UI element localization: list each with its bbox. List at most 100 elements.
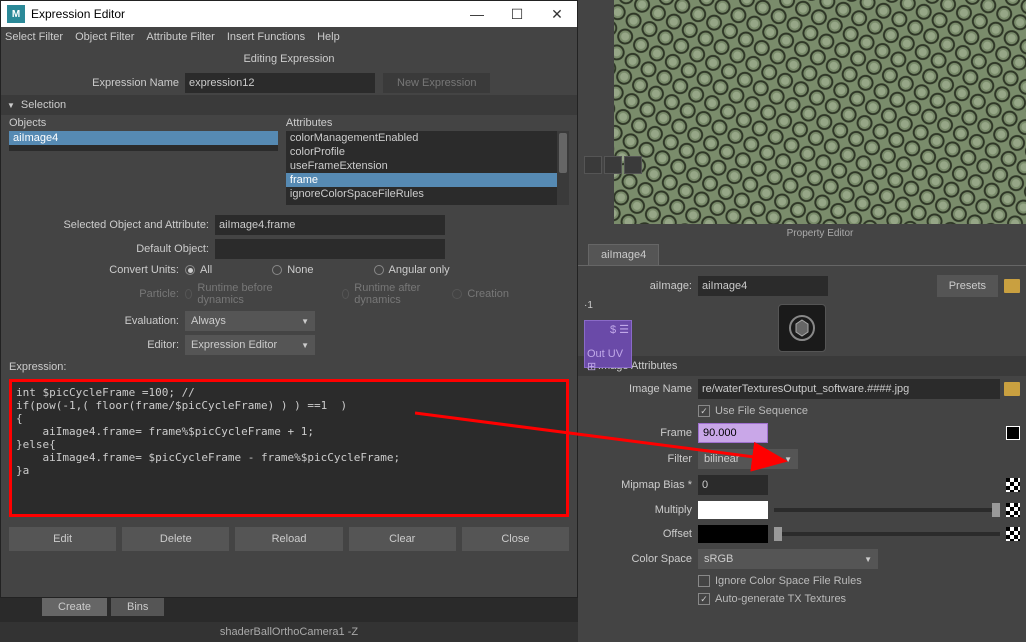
frame-label: Frame: [584, 427, 692, 439]
menu-select-filter[interactable]: Select Filter: [5, 31, 63, 43]
attribute-item[interactable]: frame: [286, 173, 569, 187]
ignore-cs-rules-label: Ignore Color Space File Rules: [715, 575, 862, 587]
tool-icon[interactable]: [624, 156, 642, 174]
new-expression-button[interactable]: New Expression: [383, 73, 490, 93]
tool-icon[interactable]: [604, 156, 622, 174]
window-title: Expression Editor: [31, 7, 457, 21]
editing-heading: Editing Expression: [1, 47, 577, 71]
attribute-item[interactable]: ignoreColorSpaceFileRules: [286, 187, 569, 201]
connect-icon[interactable]: [1006, 426, 1020, 440]
menu-object-filter[interactable]: Object Filter: [75, 31, 134, 43]
selection-section-header[interactable]: ▼ Selection: [1, 95, 577, 115]
expression-textarea[interactable]: int $picCycleFrame =100; // if(pow(-1,( …: [9, 379, 569, 517]
right-panel: Property Editor aiImage4 aiImage: Preset…: [578, 0, 1026, 642]
editor-dropdown[interactable]: Expression Editor▼: [185, 335, 315, 355]
edit-button[interactable]: Edit: [9, 527, 116, 551]
attribute-item[interactable]: colorManagementEnabled: [286, 131, 569, 145]
node-label-partial: ·1: [584, 300, 593, 311]
objects-label: Objects: [9, 117, 278, 129]
clear-button[interactable]: Clear: [349, 527, 456, 551]
default-object-input[interactable]: [215, 239, 445, 259]
multiply-slider[interactable]: [774, 508, 1000, 512]
presets-button[interactable]: Presets: [937, 275, 998, 297]
close-action-button[interactable]: Close: [462, 527, 569, 551]
expression-name-input[interactable]: [185, 73, 375, 93]
evaluation-dropdown[interactable]: Always▼: [185, 311, 315, 331]
convert-none-radio[interactable]: None: [272, 264, 313, 276]
sel-attr-label: Selected Object and Attribute:: [9, 219, 209, 231]
property-tab[interactable]: aiImage4: [588, 244, 659, 265]
aiimage-label: aiImage:: [584, 280, 692, 292]
shader-thumbnail[interactable]: [778, 304, 826, 352]
connect-checker-icon[interactable]: [1006, 503, 1020, 517]
sel-attr-input[interactable]: [215, 215, 445, 235]
attributes-listbox[interactable]: colorManagementEnabledcolorProfileuseFra…: [286, 131, 569, 205]
mipmap-bias-label: Mipmap Bias *: [584, 479, 692, 491]
attribute-item[interactable]: colorProfile: [286, 145, 569, 159]
chevron-down-icon: ▼: [301, 341, 309, 350]
minimize-button[interactable]: —: [457, 1, 497, 27]
expression-label: Expression:: [1, 357, 577, 377]
chevron-down-icon: ▼: [784, 455, 792, 464]
frame-input[interactable]: [698, 423, 768, 443]
use-file-sequence-label: Use File Sequence: [715, 405, 808, 417]
image-attributes-header[interactable]: ▼ Image Attributes: [578, 356, 1026, 376]
objects-listbox[interactable]: aiImage4: [9, 131, 278, 151]
chevron-down-icon: ▼: [301, 317, 309, 326]
bins-tab[interactable]: Bins: [111, 598, 164, 616]
object-item[interactable]: aiImage4: [9, 131, 278, 145]
status-bar: shaderBallOrthoCamera1 -Z: [0, 622, 578, 642]
use-file-sequence-checkbox[interactable]: [698, 405, 710, 417]
expression-name-label: Expression Name: [9, 77, 179, 89]
menu-attribute-filter[interactable]: Attribute Filter: [146, 31, 214, 43]
close-button[interactable]: ✕: [537, 1, 577, 27]
particle-label: Particle:: [9, 288, 179, 300]
delete-button[interactable]: Delete: [122, 527, 229, 551]
multiply-label: Multiply: [584, 504, 692, 516]
convert-all-radio[interactable]: All: [185, 264, 212, 276]
mipmap-bias-input[interactable]: [698, 475, 768, 495]
offset-label: Offset: [584, 528, 692, 540]
create-tab[interactable]: Create: [42, 598, 107, 616]
menu-insert-functions[interactable]: Insert Functions: [227, 31, 305, 43]
selection-section-label: Selection: [21, 99, 66, 111]
filter-label: Filter: [584, 453, 692, 465]
evaluation-label: Evaluation:: [9, 315, 179, 327]
uv-node[interactable]: $ ☰ Out UV ⊞: [584, 320, 632, 368]
editor-label: Editor:: [9, 339, 179, 351]
connect-checker-icon[interactable]: [1006, 527, 1020, 541]
connect-checker-icon[interactable]: [1006, 478, 1020, 492]
particle-before-radio: Runtime before dynamics: [185, 282, 282, 306]
aiimage-input[interactable]: [698, 276, 828, 296]
auto-tx-label: Auto-generate TX Textures: [715, 593, 846, 605]
color-space-dropdown[interactable]: sRGB▼: [698, 549, 878, 569]
auto-tx-checkbox[interactable]: [698, 593, 710, 605]
attributes-scrollbar[interactable]: [557, 131, 569, 205]
browse-icon[interactable]: [1004, 382, 1020, 396]
maximize-button[interactable]: ☐: [497, 1, 537, 27]
filter-dropdown[interactable]: bilinear▼: [698, 449, 798, 469]
hypershade-icons: [584, 156, 642, 174]
reload-button[interactable]: Reload: [235, 527, 342, 551]
expression-editor-window: M Expression Editor — ☐ ✕ Select Filter …: [0, 0, 578, 598]
attribute-item[interactable]: useFrameExtension: [286, 159, 569, 173]
color-space-label: Color Space: [584, 553, 692, 565]
chevron-down-icon: ▼: [864, 555, 872, 564]
folder-icon[interactable]: [1004, 279, 1020, 293]
tool-icon[interactable]: [584, 156, 602, 174]
particle-creation-radio: Creation: [452, 288, 509, 300]
button-row: Edit Delete Reload Clear Close: [1, 519, 577, 561]
convert-angular-radio[interactable]: Angular only: [374, 264, 450, 276]
attributes-label: Attributes: [286, 117, 569, 129]
bottom-tabs: Create Bins: [42, 598, 164, 616]
offset-slider[interactable]: [774, 532, 1000, 536]
ignore-cs-rules-checkbox[interactable]: [698, 575, 710, 587]
offset-swatch[interactable]: [698, 525, 768, 543]
particle-after-radio: Runtime after dynamics: [342, 282, 433, 306]
collapse-icon: ▼: [7, 101, 15, 110]
multiply-swatch[interactable]: [698, 501, 768, 519]
menu-help[interactable]: Help: [317, 31, 340, 43]
texture-preview: [614, 0, 1026, 224]
image-name-input[interactable]: [698, 379, 1000, 399]
status-text: shaderBallOrthoCamera1 -Z: [220, 626, 358, 638]
